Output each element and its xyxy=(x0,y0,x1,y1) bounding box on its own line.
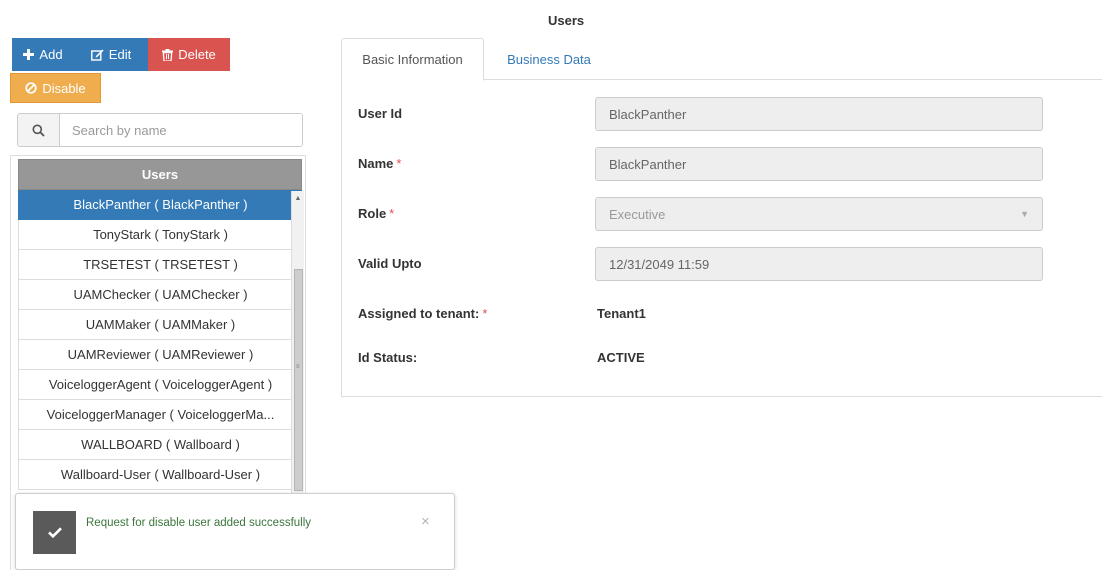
scrollbar-grip-icon: ≡ xyxy=(296,364,300,370)
user-id-label-text: User Id xyxy=(358,106,403,121)
name-field[interactable]: BlackPanther xyxy=(595,147,1043,181)
tab-bar: Basic Information Business Data xyxy=(341,38,1102,81)
user-list-header: Users xyxy=(18,159,302,190)
tenant-label: Assigned to tenant: * xyxy=(358,306,487,321)
user-list-item[interactable]: VoiceloggerAgent ( VoiceloggerAgent ) xyxy=(18,370,302,400)
name-label-text: Name xyxy=(358,156,394,171)
delete-button-label: Delete xyxy=(178,47,216,62)
valid-upto-field[interactable]: 12/31/2049 11:59 xyxy=(595,247,1043,281)
name-label: Name * xyxy=(358,156,401,171)
user-list: BlackPanther ( BlackPanther ) TonyStark … xyxy=(18,190,302,490)
valid-upto-label: Valid Upto xyxy=(358,256,422,271)
user-list-item[interactable]: VoiceloggerManager ( VoiceloggerMa... xyxy=(18,400,302,430)
tab-business-data[interactable]: Business Data xyxy=(489,38,609,81)
ban-icon xyxy=(25,82,37,94)
user-list-item[interactable]: BlackPanther ( BlackPanther ) xyxy=(18,190,302,220)
user-list-item[interactable]: UAMReviewer ( UAMReviewer ) xyxy=(18,340,302,370)
user-list-item[interactable]: UAMMaker ( UAMMaker ) xyxy=(18,310,302,340)
success-toast: Request for disable user added successfu… xyxy=(15,493,455,570)
required-mark: * xyxy=(482,306,488,321)
id-status-label: Id Status: xyxy=(358,350,417,365)
scroll-up-arrow-icon[interactable]: ▲ xyxy=(292,191,304,205)
delete-button[interactable]: Delete xyxy=(148,38,230,71)
search-box xyxy=(17,113,303,147)
id-status-value: ACTIVE xyxy=(597,350,645,365)
trash-icon xyxy=(162,48,174,61)
page-title: Users xyxy=(548,13,585,28)
check-icon xyxy=(33,511,76,554)
search-icon[interactable] xyxy=(18,114,60,146)
close-icon[interactable]: × xyxy=(421,513,430,530)
add-button-label: Add xyxy=(39,47,63,62)
required-mark: * xyxy=(396,156,402,171)
tenant-label-text: Assigned to tenant: xyxy=(358,306,480,321)
user-list-scrollbar[interactable]: ▲ ≡ xyxy=(291,191,304,493)
user-list-item[interactable]: TonyStark ( TonyStark ) xyxy=(18,220,302,250)
edit-button-label: Edit xyxy=(108,47,132,62)
id-status-label-text: Id Status: xyxy=(358,350,418,365)
basic-information-panel: User Id BlackPanther Name * BlackPanther … xyxy=(341,80,1102,397)
caret-down-icon: ▼ xyxy=(1020,209,1029,219)
plus-icon xyxy=(23,49,35,60)
valid-upto-label-text: Valid Upto xyxy=(358,256,422,271)
edit-button[interactable]: Edit xyxy=(74,38,148,71)
user-id-label: User Id xyxy=(358,106,402,121)
tab-basic-information[interactable]: Basic Information xyxy=(341,38,484,81)
user-list-item[interactable]: UAMChecker ( UAMChecker ) xyxy=(18,280,302,310)
search-input[interactable] xyxy=(60,114,302,146)
user-list-item[interactable]: TRSETEST ( TRSETEST ) xyxy=(18,250,302,280)
edit-icon xyxy=(90,49,104,61)
user-list-item[interactable]: Wallboard-User ( Wallboard-User ) xyxy=(18,460,302,490)
role-label: Role * xyxy=(358,206,394,221)
user-list-item[interactable]: WALLBOARD ( Wallboard ) xyxy=(18,430,302,460)
toast-message: Request for disable user added successfu… xyxy=(86,517,312,529)
role-label-text: Role xyxy=(358,206,387,221)
disable-button-label: Disable xyxy=(42,80,86,96)
required-mark: * xyxy=(389,206,395,221)
tenant-value: Tenant1 xyxy=(597,306,646,321)
disable-button[interactable]: Disable xyxy=(10,73,101,103)
user-id-field[interactable]: BlackPanther xyxy=(595,97,1043,131)
scrollbar-thumb[interactable]: ≡ xyxy=(294,269,303,491)
add-button[interactable]: Add xyxy=(12,38,74,71)
role-select[interactable]: Executive ▼ xyxy=(595,197,1043,231)
role-select-value: Executive xyxy=(609,206,666,222)
